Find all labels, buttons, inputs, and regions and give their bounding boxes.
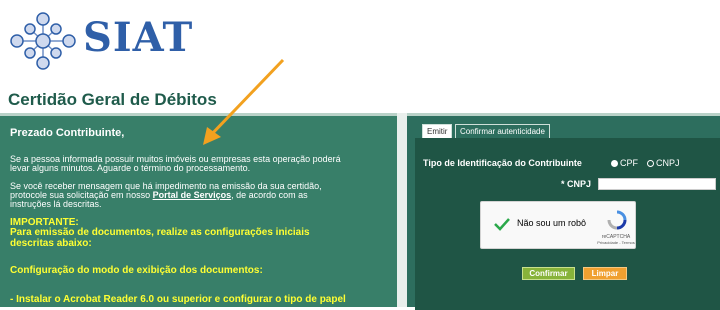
cnpj-input[interactable] — [598, 178, 716, 190]
config-title: Configuração do modo de exibição dos doc… — [10, 265, 263, 276]
radio-cnpj[interactable] — [647, 160, 654, 167]
radio-cpf[interactable] — [611, 160, 618, 167]
radio-cpf-label: CPF — [620, 158, 638, 168]
radio-cnpj-label: CNPJ — [656, 158, 680, 168]
config-item: - Instalar o Acrobat Reader 6.0 ou super… — [10, 294, 346, 305]
id-type-label: Tipo de Identificação do Contribuinte — [423, 158, 582, 168]
cnpj-label: * CNPJ — [561, 179, 592, 189]
tab-emitir[interactable]: Emitir — [422, 124, 453, 138]
form-area: Tipo de Identificação do Contribuinte CP… — [415, 138, 720, 310]
important-line: Para emissão de documentos, realize as c… — [10, 227, 310, 238]
important-line: descritas abaixo: — [10, 238, 92, 249]
tab-confirmar-autenticidade[interactable]: Confirmar autenticidade — [455, 124, 550, 138]
form-panel: Emitir Confirmar autenticidade Tipo de I… — [407, 113, 720, 310]
info-line: levar alguns minutos. Aguarde o término … — [10, 163, 251, 173]
recaptcha-box[interactable]: Não sou um robô reCAPTCHA Privacidade - … — [480, 201, 636, 249]
captcha-label: Não sou um robô — [517, 218, 587, 228]
header: SIAT — [0, 0, 720, 85]
siat-logo-icon — [10, 12, 76, 70]
confirm-button[interactable]: Confirmar — [522, 267, 575, 280]
checkmark-icon — [494, 218, 510, 231]
annotation-arrow-icon — [203, 58, 285, 145]
recaptcha-logo-icon — [607, 210, 627, 230]
page-title: Certidão Geral de Débitos — [8, 90, 217, 109]
info-line: instruções lá descritas. — [10, 199, 102, 209]
clear-button[interactable]: Limpar — [583, 267, 627, 280]
captcha-links[interactable]: Privacidade - Termos — [595, 240, 637, 245]
logo-text: SIAT — [83, 14, 194, 61]
panel-divider — [397, 113, 407, 307]
